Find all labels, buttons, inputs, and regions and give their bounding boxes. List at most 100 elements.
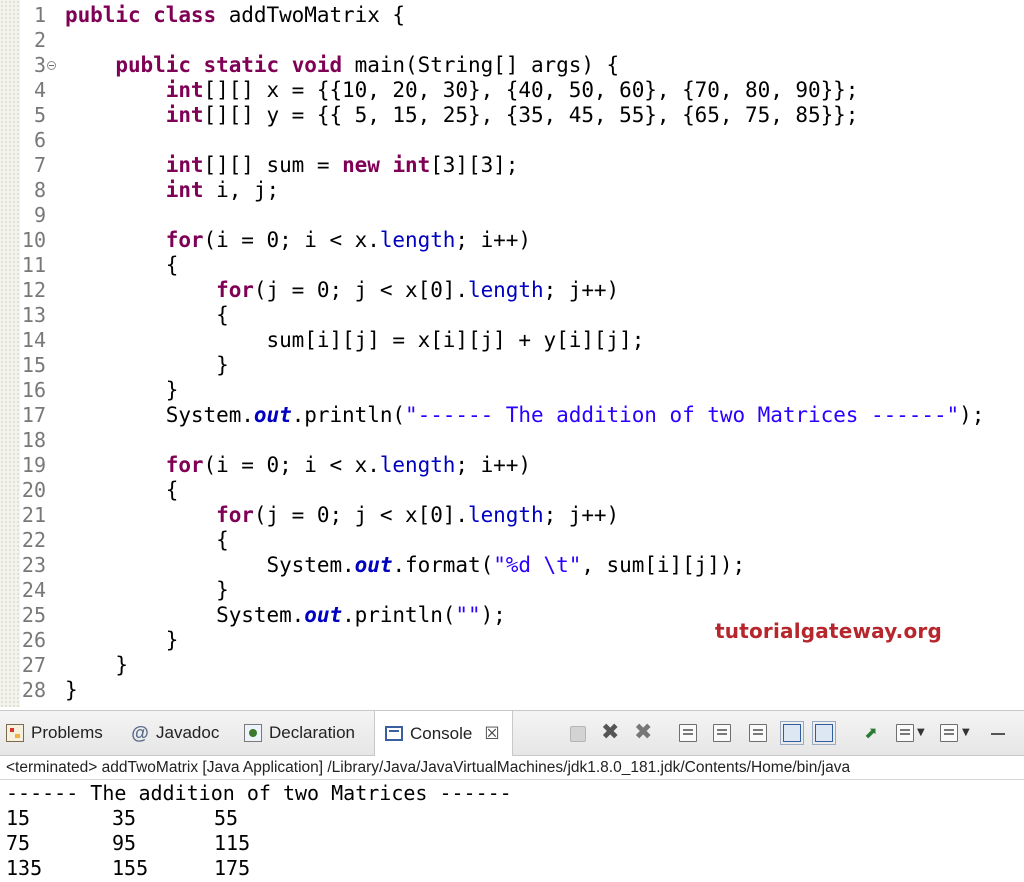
display-console-icon[interactable] bbox=[896, 724, 914, 742]
tab-problems[interactable]: Problems bbox=[6, 711, 103, 755]
console-output[interactable]: ------ The addition of two Matrices ----… bbox=[0, 781, 1024, 882]
code-token bbox=[65, 503, 216, 527]
keyword-token: static bbox=[204, 53, 280, 77]
terminate-icon[interactable] bbox=[570, 726, 586, 742]
tab-label: Declaration bbox=[269, 723, 355, 743]
code-token: } bbox=[65, 378, 178, 402]
code-line[interactable]: 15 } bbox=[0, 353, 1024, 378]
pin-console-icon[interactable]: ⬈ bbox=[862, 724, 880, 742]
code-line[interactable]: 21 for(j = 0; j < x[0].length; j++) bbox=[0, 503, 1024, 528]
code-line[interactable]: 2 bbox=[0, 28, 1024, 53]
keyword-token: int bbox=[392, 153, 430, 177]
tab-declaration[interactable]: Declaration bbox=[244, 711, 355, 755]
code-token: (j = 0; j < x[0]. bbox=[254, 278, 468, 302]
line-number: 7 bbox=[18, 153, 46, 178]
code-token: { bbox=[65, 528, 229, 552]
code-line[interactable]: 7 int[][] sum = new int[3][3]; bbox=[0, 153, 1024, 178]
code-line[interactable]: 13 { bbox=[0, 303, 1024, 328]
keyword-token: for bbox=[166, 228, 204, 252]
line-number: 3 bbox=[18, 53, 46, 78]
line-number: 1 bbox=[18, 3, 46, 28]
keyword-token: int bbox=[166, 78, 204, 102]
code-token bbox=[65, 153, 166, 177]
javadoc-icon: @ bbox=[131, 724, 149, 742]
code-token bbox=[65, 453, 166, 477]
code-line[interactable]: 17 System.out.println("------ The additi… bbox=[0, 403, 1024, 428]
code-line[interactable]: 14 sum[i][j] = x[i][j] + y[i][j]; bbox=[0, 328, 1024, 353]
code-line[interactable]: 23 System.out.format("%d \t", sum[i][j])… bbox=[0, 553, 1024, 578]
keyword-token: public bbox=[65, 3, 141, 27]
line-number: 20 bbox=[18, 478, 46, 503]
keyword-token: public bbox=[115, 53, 191, 77]
code-token: ); bbox=[959, 403, 984, 427]
chevron-down-icon[interactable]: ▼ bbox=[917, 724, 935, 742]
clear-console-icon[interactable] bbox=[679, 724, 697, 742]
show-on-stdout-icon[interactable] bbox=[783, 724, 801, 742]
code-line[interactable]: 16 } bbox=[0, 378, 1024, 403]
tab-javadoc[interactable]: @ Javadoc bbox=[131, 711, 219, 755]
code-line[interactable]: 9 bbox=[0, 203, 1024, 228]
code-line[interactable]: 27 } bbox=[0, 653, 1024, 678]
code-line[interactable]: 1public class addTwoMatrix { bbox=[0, 3, 1024, 28]
show-on-stderr-icon[interactable] bbox=[815, 724, 833, 742]
word-wrap-icon[interactable] bbox=[749, 724, 767, 742]
console-value: 35 bbox=[112, 806, 136, 831]
code-line[interactable]: 22 { bbox=[0, 528, 1024, 553]
code-token: System. bbox=[65, 603, 304, 627]
line-number: 4 bbox=[18, 78, 46, 103]
code-line[interactable]: 6 bbox=[0, 128, 1024, 153]
code-token: .println( bbox=[292, 403, 405, 427]
code-editor[interactable]: 1public class addTwoMatrix {23 public st… bbox=[0, 0, 1024, 707]
scroll-lock-icon[interactable] bbox=[713, 724, 731, 742]
code-line[interactable]: 18 bbox=[0, 428, 1024, 453]
code-token: i, j; bbox=[204, 178, 280, 202]
code-text: int[][] y = {{ 5, 15, 25}, {35, 45, 55},… bbox=[65, 103, 858, 128]
code-token: [][] x = {{10, 20, 30}, {40, 50, 60}, {7… bbox=[204, 78, 859, 102]
code-line[interactable]: 24 } bbox=[0, 578, 1024, 603]
code-line[interactable]: 3 public static void main(String[] args)… bbox=[0, 53, 1024, 78]
close-icon[interactable]: ☒ bbox=[484, 724, 499, 744]
chevron-down-icon[interactable]: ▼ bbox=[962, 724, 980, 742]
code-text: int[][] sum = new int[3][3]; bbox=[65, 153, 518, 178]
code-line[interactable]: 11 { bbox=[0, 253, 1024, 278]
code-line[interactable]: 12 for(j = 0; j < x[0].length; j++) bbox=[0, 278, 1024, 303]
field-token: length bbox=[380, 453, 456, 477]
code-token bbox=[141, 3, 154, 27]
code-token bbox=[65, 178, 166, 202]
code-text: } bbox=[65, 653, 128, 678]
line-number: 19 bbox=[18, 453, 46, 478]
remove-launch-icon[interactable]: ✖ bbox=[601, 724, 619, 742]
code-token: .format( bbox=[392, 553, 493, 577]
fold-toggle-icon[interactable] bbox=[47, 61, 56, 70]
code-line[interactable]: 19 for(i = 0; i < x.length; i++) bbox=[0, 453, 1024, 478]
remove-all-terminated-icon[interactable]: ✖ bbox=[634, 724, 652, 742]
line-number: 26 bbox=[18, 628, 46, 653]
code-token: ; i++) bbox=[455, 228, 531, 252]
line-number: 6 bbox=[18, 128, 46, 153]
code-text: } bbox=[65, 353, 229, 378]
code-token bbox=[65, 228, 166, 252]
code-line[interactable]: 4 int[][] x = {{10, 20, 30}, {40, 50, 60… bbox=[0, 78, 1024, 103]
field-token: length bbox=[380, 228, 456, 252]
open-console-icon[interactable] bbox=[940, 724, 958, 742]
code-text: { bbox=[65, 253, 178, 278]
views-tab-bar: Problems @ Javadoc Declaration Console ☒… bbox=[0, 710, 1024, 756]
keyword-token: for bbox=[216, 278, 254, 302]
code-line[interactable]: 8 int i, j; bbox=[0, 178, 1024, 203]
code-token: [3][3]; bbox=[430, 153, 518, 177]
keyword-token: class bbox=[153, 3, 216, 27]
line-number: 16 bbox=[18, 378, 46, 403]
string-token: "%d \t" bbox=[493, 553, 581, 577]
code-line[interactable]: 28} bbox=[0, 678, 1024, 703]
code-token bbox=[380, 153, 393, 177]
console-value: 115 bbox=[214, 831, 250, 856]
console-value: 55 bbox=[214, 806, 238, 831]
tab-label: Javadoc bbox=[156, 723, 219, 743]
code-line[interactable]: 20 { bbox=[0, 478, 1024, 503]
minimize-icon[interactable] bbox=[991, 723, 1005, 735]
tab-console[interactable]: Console ☒ bbox=[374, 711, 513, 756]
code-line[interactable]: 10 for(i = 0; i < x.length; i++) bbox=[0, 228, 1024, 253]
console-output-row: 7595115 bbox=[6, 831, 406, 856]
code-line[interactable]: 5 int[][] y = {{ 5, 15, 25}, {35, 45, 55… bbox=[0, 103, 1024, 128]
console-process-label: <terminated> addTwoMatrix [Java Applicat… bbox=[0, 756, 1024, 780]
